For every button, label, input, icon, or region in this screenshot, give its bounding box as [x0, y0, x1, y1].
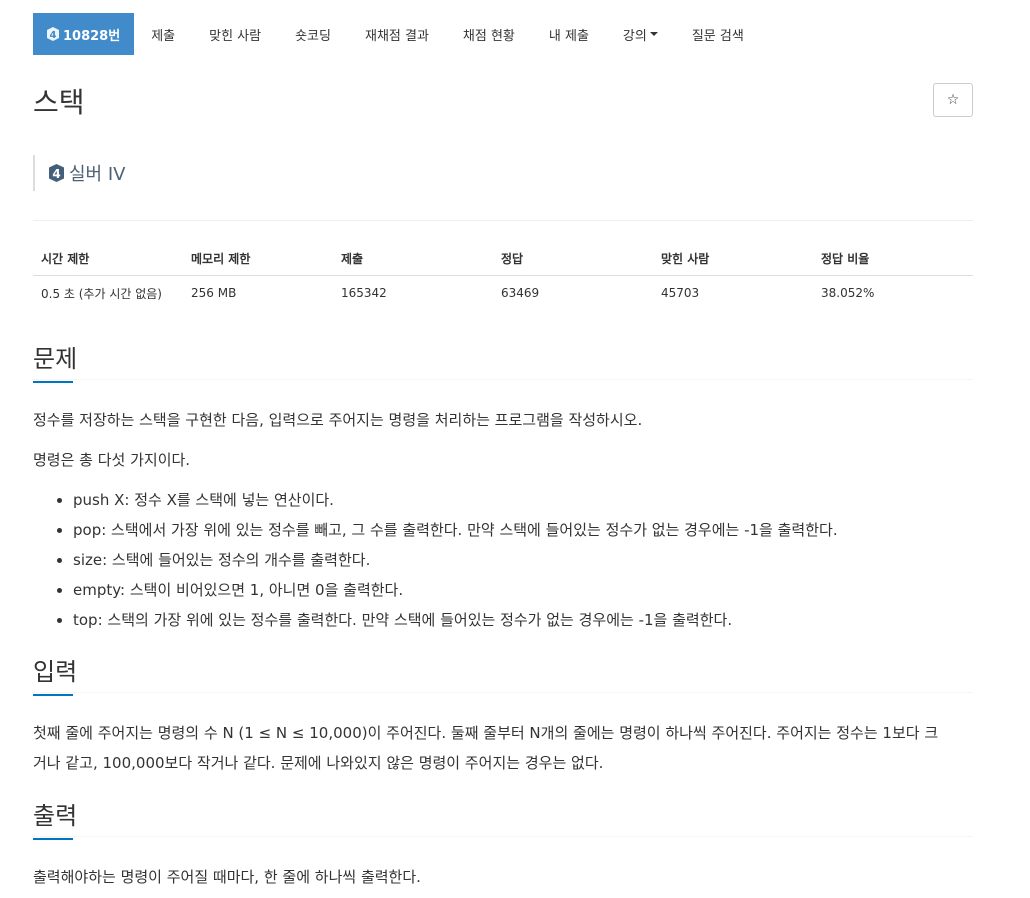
tab-my-submissions[interactable]: 내 제출 — [532, 13, 606, 55]
tab-question-search[interactable]: 질문 검색 — [675, 13, 761, 55]
problem-section-title: 문제 — [33, 345, 78, 373]
output-section-title: 출력 — [33, 802, 78, 830]
cell-solved-users: 45703 — [661, 286, 700, 300]
svg-text:4: 4 — [52, 167, 60, 181]
section-divider — [33, 379, 973, 380]
tab-solved-users[interactable]: 맞힌 사람 — [192, 13, 278, 55]
list-item: empty: 스택이 비어있으면 1, 아니면 0을 출력한다. — [73, 575, 973, 605]
page-title: 스택 — [33, 86, 85, 119]
cell-memory-limit: 256 MB — [191, 286, 237, 300]
list-item: size: 스택에 들어있는 정수의 개수를 출력한다. — [73, 545, 973, 575]
list-item: push X: 정수 X를 스택에 넣는 연산이다. — [73, 485, 973, 515]
cell-accepted: 63469 — [501, 286, 540, 300]
list-item: top: 스택의 가장 위에 있는 정수를 출력한다. 만약 스택에 들어있는 … — [73, 605, 973, 635]
tab-lectures-label: 강의 — [622, 28, 647, 44]
tab-status[interactable]: 채점 현황 — [446, 13, 532, 55]
svg-text:4: 4 — [50, 30, 57, 41]
star-button[interactable]: ☆ — [933, 83, 973, 117]
input-description-line1: 첫째 줄에 주어지는 명령의 수 N (1 ≤ N ≤ 10,000)이 주어진… — [33, 724, 939, 742]
problem-section-header: 문제 — [33, 343, 973, 383]
input-section-title: 입력 — [33, 658, 78, 686]
header-memory-limit: 메모리 제한 — [183, 241, 333, 276]
header-accept-ratio: 정답 비율 — [813, 241, 973, 276]
cell-submissions: 165342 — [341, 286, 387, 300]
header-accepted: 정답 — [493, 241, 653, 276]
tab-rejudge-results[interactable]: 재채점 결과 — [348, 13, 446, 55]
silver-tier-icon: 4 — [47, 27, 59, 41]
header-submissions: 제출 — [333, 241, 493, 276]
page-container: 4 10828번 제출 맞힌 사람 숏코딩 재채점 결과 채점 현황 내 제출 … — [33, 13, 973, 886]
section-divider — [33, 836, 973, 837]
table-row: 0.5 초 (추가 시간 없음) 256 MB 165342 63469 457… — [33, 276, 973, 311]
problem-info-table: 시간 제한 메모리 제한 제출 정답 맞힌 사람 정답 비율 0.5 초 (추가… — [33, 241, 973, 310]
problem-description: 정수를 저장하는 스택을 구현한 다음, 입력으로 주어지는 명령을 처리하는 … — [33, 411, 643, 429]
problem-menu: 4 10828번 제출 맞힌 사람 숏코딩 재채점 결과 채점 현황 내 제출 … — [33, 13, 973, 55]
cell-accept-ratio: 38.052% — [821, 286, 875, 300]
tab-submit[interactable]: 제출 — [134, 13, 192, 55]
command-list: push X: 정수 X를 스택에 넣는 연산이다. pop: 스택에서 가장 … — [33, 485, 973, 635]
problem-command-intro: 명령은 총 다섯 가지이다. — [33, 451, 191, 469]
input-section-header: 입력 — [33, 656, 973, 696]
input-description-line2: 거나 같고, 100,000보다 작거나 같다. 문제에 나와있지 않은 명령이… — [33, 754, 604, 772]
tab-lectures[interactable]: 강의 — [606, 13, 675, 55]
tier-label: 실버 IV — [69, 164, 126, 185]
section-underline — [33, 694, 73, 696]
silver-tier-icon: 4 — [49, 164, 64, 182]
list-item: pop: 스택에서 가장 위에 있는 정수를 빼고, 그 수를 출력한다. 만약… — [73, 515, 973, 545]
output-description: 출력해야하는 명령이 주어질 때마다, 한 줄에 하나씩 출력한다. — [33, 868, 421, 886]
section-underline — [33, 838, 73, 840]
tab-problem-label: 10828번 — [63, 28, 121, 44]
cell-time-limit: 0.5 초 (추가 시간 없음) — [41, 286, 162, 301]
section-divider — [33, 692, 973, 693]
output-section-header: 출력 — [33, 800, 973, 840]
title-row: 스택 ☆ — [33, 83, 973, 145]
star-icon: ☆ — [946, 92, 960, 108]
header-solved-users: 맞힌 사람 — [653, 241, 813, 276]
tab-problem[interactable]: 4 10828번 — [33, 13, 135, 55]
tab-short-coding[interactable]: 숏코딩 — [278, 13, 348, 55]
section-underline — [33, 381, 73, 383]
table-header-row: 시간 제한 메모리 제한 제출 정답 맞힌 사람 정답 비율 — [33, 241, 973, 276]
tier-label-block: 4 실버 IV — [33, 155, 125, 191]
header-time-limit: 시간 제한 — [33, 241, 183, 276]
divider — [33, 220, 973, 221]
caret-down-icon — [649, 32, 658, 36]
